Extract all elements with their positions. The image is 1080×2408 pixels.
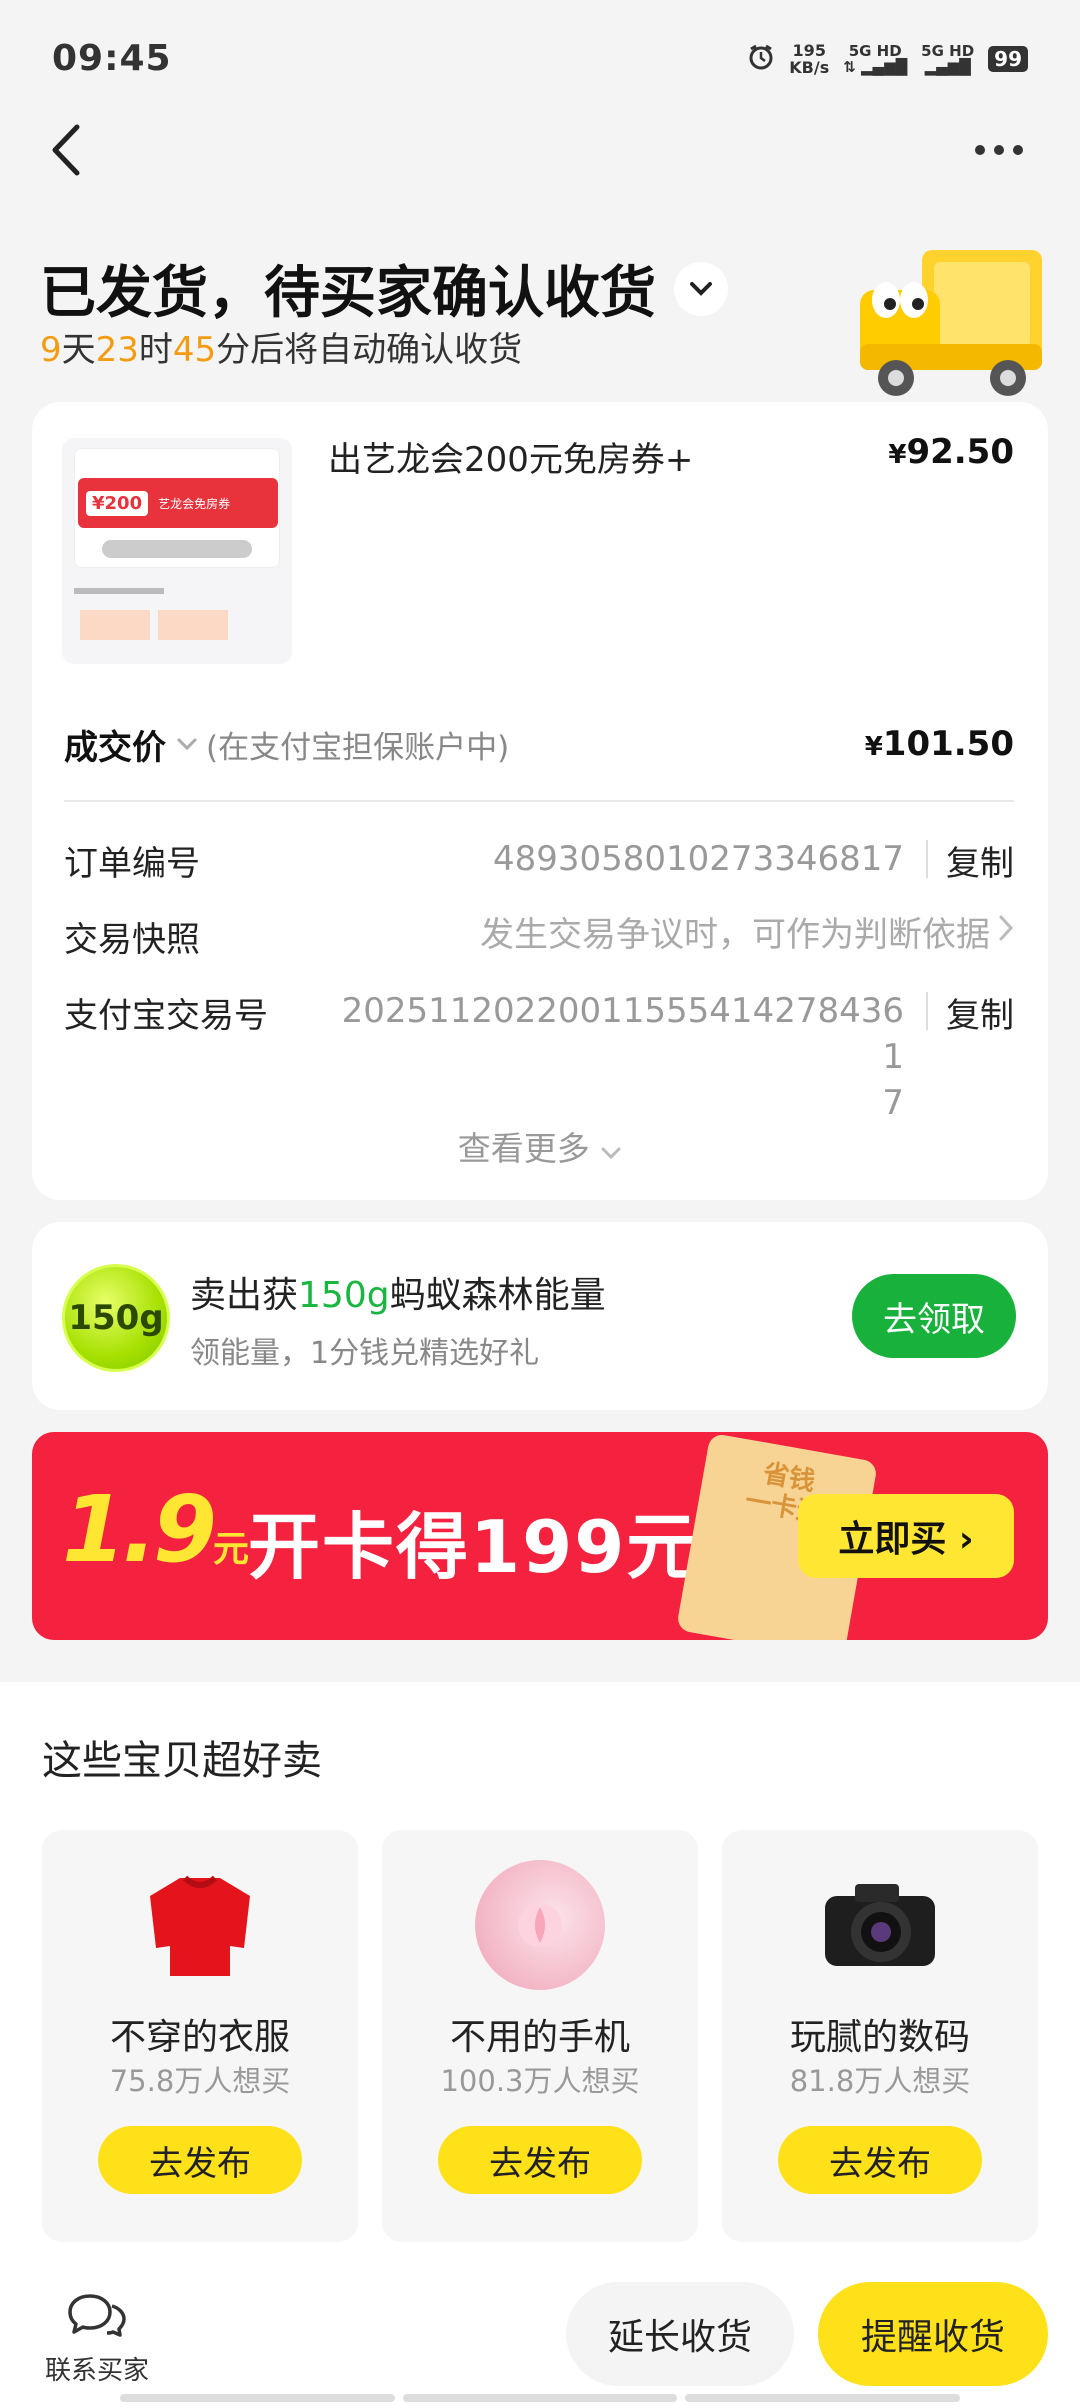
- remind-receipt-button[interactable]: 提醒收货: [818, 2282, 1048, 2386]
- order-status-title: 已发货，待买家确认收货: [40, 248, 728, 329]
- camera-icon: [815, 1860, 945, 1990]
- claim-energy-button[interactable]: 去领取: [852, 1274, 1016, 1358]
- energy-subtitle: 领能量，1分钱兑精选好礼: [190, 1336, 540, 1371]
- product-thumbnail[interactable]: ¥200 艺龙会免房券: [62, 438, 292, 664]
- alipay-trade-number-label: 支付宝交易号: [64, 996, 268, 1036]
- publish-button[interactable]: 去发布: [778, 2126, 982, 2194]
- popular-item-count: 100.3万人想买: [440, 2064, 640, 2098]
- popular-item-name: 玩腻的数码: [789, 2017, 970, 2058]
- ant-forest-energy-card: 150g 卖出获150g蚂蚁森林能量 领能量，1分钱兑精选好礼 去领取: [32, 1222, 1048, 1410]
- more-options-button[interactable]: [964, 120, 1034, 180]
- product-title[interactable]: 出艺龙会200元免房券+: [328, 432, 693, 481]
- see-more-button[interactable]: 查看更多: [32, 1122, 1048, 1170]
- trade-snapshot-value: 发生交易争议时，可作为判断依据: [480, 915, 990, 955]
- popular-item-card[interactable]: 不用的手机 100.3万人想买 去发布: [382, 1830, 698, 2242]
- deal-price-note: (在支付宝担保账户中): [206, 729, 510, 766]
- extend-receipt-button[interactable]: 延长收货: [566, 2282, 794, 2386]
- phone-icon: [475, 1860, 605, 1990]
- alarm-icon: [747, 43, 775, 75]
- publish-button[interactable]: 去发布: [98, 2126, 302, 2194]
- popular-item-card[interactable]: 玩腻的数码 81.8万人想买 去发布: [722, 1830, 1038, 2242]
- chevron-left-icon: [52, 124, 80, 176]
- auto-confirm-countdown: 9天23时45分后将自动确认收货: [40, 330, 523, 370]
- chevron-down-icon: [690, 281, 712, 296]
- popular-item-count: 75.8万人想买: [109, 2064, 291, 2098]
- signal-1: 5G HD ⇅ ▂▄▆█: [843, 42, 908, 76]
- promo-banner[interactable]: 1.9元 开卡得199元券包 省钱 一卡通 立即买 ›: [32, 1432, 1048, 1640]
- order-number-label: 订单编号: [64, 844, 200, 884]
- chevron-down-icon[interactable]: [176, 737, 198, 751]
- deal-price-row: 成交价 (在支付宝担保账户中) ¥101.50: [64, 714, 1014, 774]
- delivery-truck-illustration: [852, 240, 1052, 410]
- status-time: 09:45: [52, 38, 172, 79]
- home-indicator: [120, 2394, 961, 2402]
- trade-snapshot-row[interactable]: 交易快照 发生交易争议时，可作为判断依据: [64, 912, 1014, 961]
- contact-buyer-button[interactable]: 联系买家: [42, 2290, 152, 2387]
- order-number-row: 订单编号 4893058010273346817 复制: [64, 836, 1014, 885]
- thumb-coupon-value: ¥200: [86, 490, 149, 516]
- popular-item-card[interactable]: 不穿的衣服 75.8万人想买 去发布: [42, 1830, 358, 2242]
- more-icon: [975, 145, 985, 155]
- divider: [64, 800, 1014, 802]
- banner-price: 1.9元: [62, 1476, 249, 1583]
- popular-item-name: 不用的手机: [449, 2017, 630, 2058]
- product-price: ¥92.50: [888, 432, 1014, 472]
- popular-item-count: 81.8万人想买: [789, 2064, 971, 2098]
- copy-alipay-number-button[interactable]: 复制: [946, 988, 1014, 1037]
- energy-title: 卖出获150g蚂蚁森林能量: [190, 1275, 606, 1316]
- deal-price-label: 成交价: [64, 727, 166, 768]
- buy-now-button[interactable]: 立即买 ›: [798, 1494, 1014, 1578]
- chevron-down-icon: [601, 1147, 621, 1160]
- signal-2: 5G HD ▂▄▆█: [921, 42, 975, 76]
- energy-ball-icon: 150g: [62, 1264, 170, 1372]
- alipay-trade-number-value: 20251120220011555414278436​1 7: [341, 991, 904, 1123]
- thumb-coupon-label: 艺龙会免房券: [158, 496, 231, 511]
- popular-section-title: 这些宝贝超好卖: [42, 1738, 322, 1784]
- network-speed: 195 KB/s: [789, 41, 830, 77]
- status-expand-button[interactable]: [674, 261, 728, 316]
- battery-indicator: 99: [988, 46, 1028, 72]
- status-icons: 195 KB/s 5G HD ⇅ ▂▄▆█ 5G HD ▂▄▆█ 99: [747, 42, 1028, 76]
- chevron-right-icon: [998, 912, 1014, 952]
- publish-button[interactable]: 去发布: [438, 2126, 642, 2194]
- chat-icon: [68, 2294, 126, 2337]
- contact-buyer-label: 联系买家: [44, 2356, 149, 2386]
- sweater-icon: [135, 1860, 265, 1990]
- popular-item-name: 不穿的衣服: [109, 2017, 290, 2058]
- order-number-value: 4893058010273346817: [492, 839, 904, 879]
- alipay-trade-number-row: 支付宝交易号 20251120220011555414278436​1 7 复制: [64, 988, 1014, 1126]
- back-button[interactable]: [36, 110, 96, 190]
- copy-order-number-button[interactable]: 复制: [946, 836, 1014, 885]
- order-detail-card: ¥200 艺龙会免房券 出艺龙会200元免房券+ ¥92.50 成交价 (在支付…: [32, 402, 1048, 1200]
- trade-snapshot-label: 交易快照: [64, 920, 200, 960]
- deal-price: ¥101.50: [864, 724, 1014, 764]
